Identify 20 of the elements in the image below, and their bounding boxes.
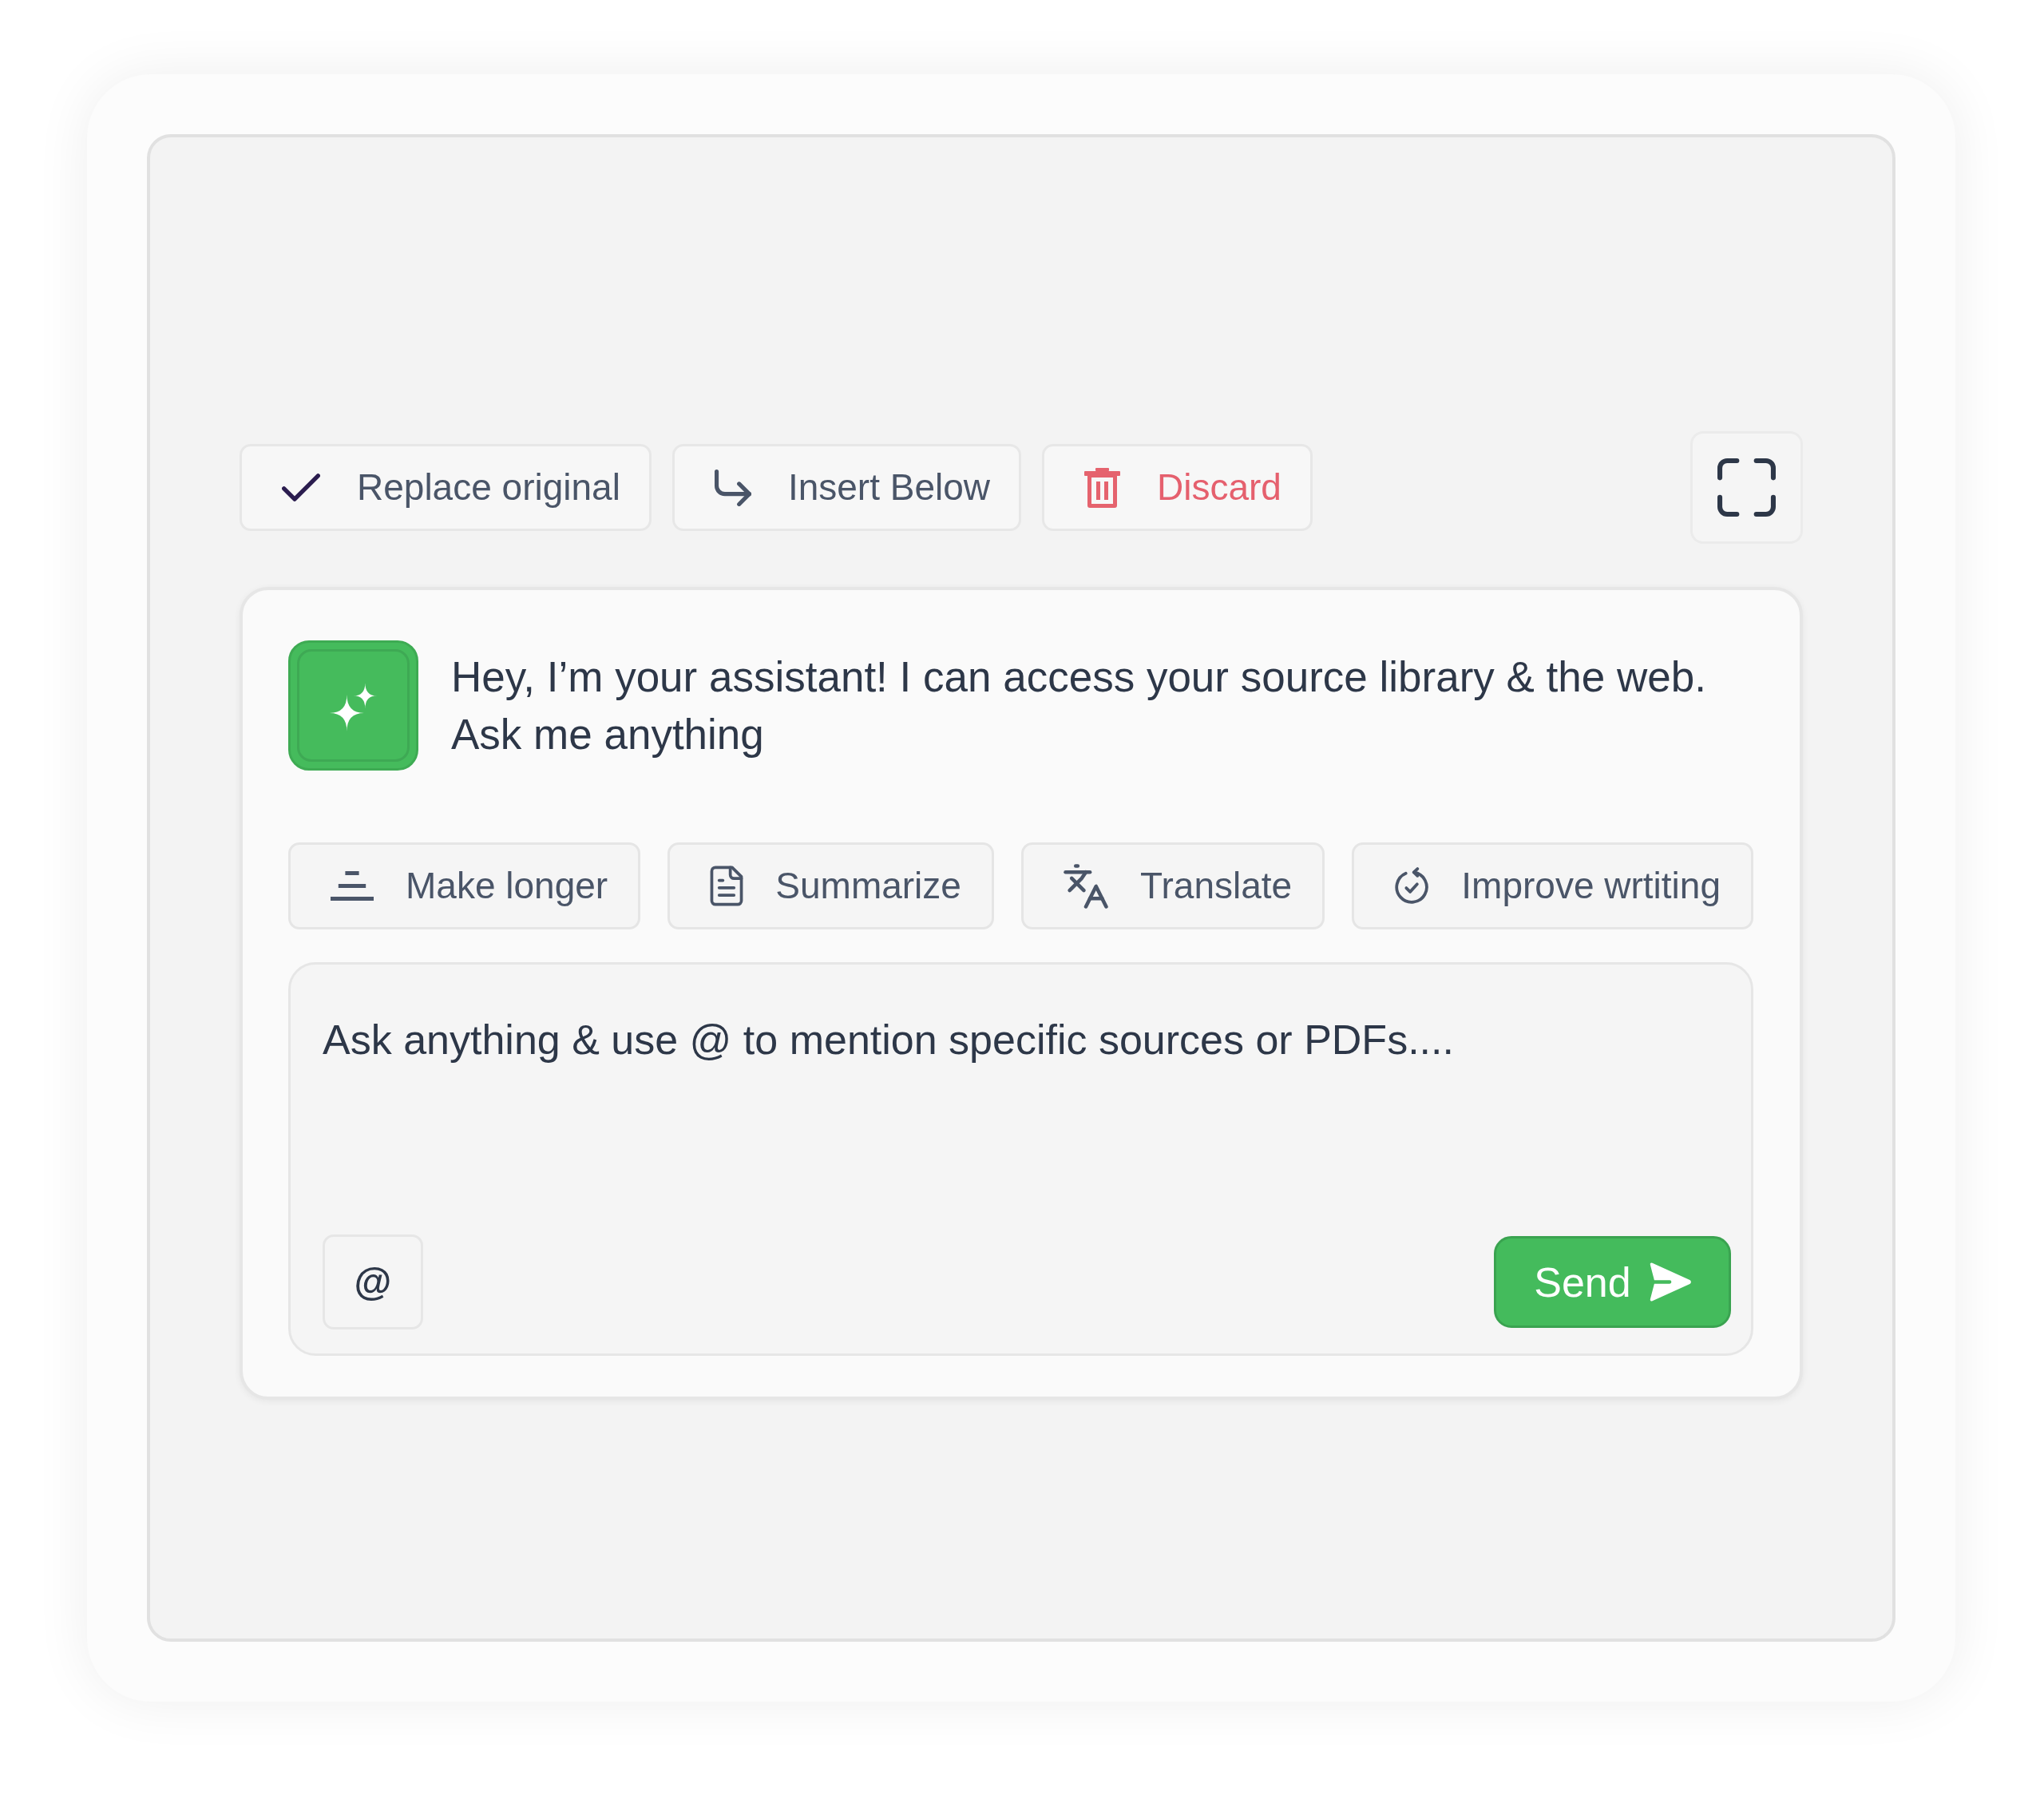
expand-button[interactable] — [1690, 431, 1803, 544]
make-longer-button[interactable]: Make longer — [288, 842, 641, 929]
message-composer[interactable]: Ask anything & use @ to mention specific sources or PDFs.... @ Send — [288, 962, 1753, 1356]
summarize-button[interactable]: Summarize — [667, 842, 994, 929]
document-icon — [710, 866, 744, 906]
translate-button[interactable]: Translate — [1021, 842, 1325, 929]
stacked-lines-icon — [331, 871, 374, 901]
refresh-check-icon — [1394, 866, 1430, 905]
send-icon — [1649, 1262, 1691, 1302]
mention-button[interactable]: @ — [323, 1234, 423, 1329]
assistant-message: Hey, I’m your assistant! I can access your source library & the web. Ask me anything — [451, 652, 1707, 759]
message-input[interactable]: Ask anything & use @ to mention specific sources or PDFs.... — [323, 1014, 1731, 1234]
improve-writing-button[interactable]: Improve wrtiting — [1352, 842, 1753, 929]
sparkle-icon — [288, 640, 418, 771]
check-icon — [282, 474, 320, 501]
trash-icon — [1084, 467, 1120, 508]
replace-original-button[interactable]: Replace original — [240, 444, 652, 531]
translate-icon — [1064, 863, 1109, 909]
expand-icon — [1717, 458, 1776, 517]
insert-below-button[interactable]: Insert Below — [671, 444, 1021, 531]
